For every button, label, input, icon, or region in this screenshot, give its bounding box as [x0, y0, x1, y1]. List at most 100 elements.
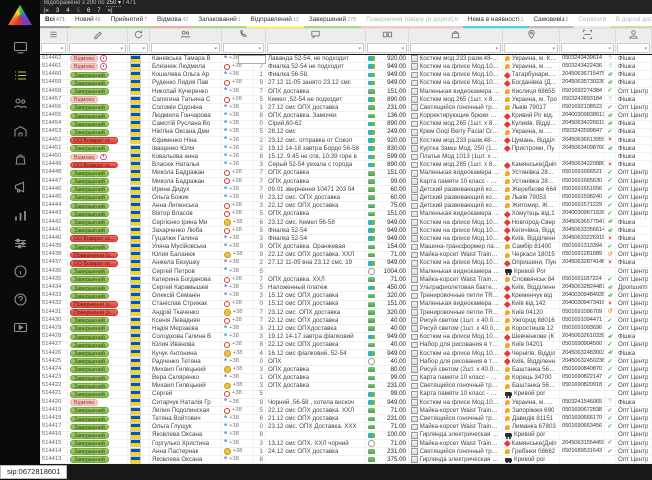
sidebar-item-reports[interactable]: [0, 204, 40, 232]
phone-cell[interactable]: *+38: [222, 398, 254, 406]
column-header-person[interactable]: [616, 29, 652, 42]
phone-cell[interactable]: *+38: [222, 145, 254, 153]
phone-cell[interactable]: *+38: [222, 415, 254, 423]
phone-cell[interactable]: +38: [222, 202, 254, 210]
app-logo-icon[interactable]: [7, 4, 33, 26]
column-header-pin[interactable]: [503, 29, 560, 42]
tab-3[interactable]: Прийнятий7: [106, 14, 152, 28]
tracking-number[interactable]: 0503241546065: [560, 398, 605, 406]
phone-cell[interactable]: +38: [222, 79, 254, 87]
phone-cell[interactable]: *+38: [222, 292, 254, 300]
column-header-phone[interactable]: [222, 29, 266, 42]
tracking-number[interactable]: 20450636613955: [560, 136, 605, 144]
tracking-number[interactable]: 0501692108522: [560, 104, 605, 112]
tracking-number[interactable]: 20450636715475: [560, 71, 605, 79]
tracking-number[interactable]: 0503243422436: [560, 63, 605, 71]
sidebar-item-warehouse[interactable]: [0, 120, 40, 148]
tracking-number[interactable]: 0501689531643: [560, 448, 605, 456]
tracking-number[interactable]: 0501690904500: [560, 341, 605, 349]
tracking-number[interactable]: 0501690822147: [560, 374, 605, 382]
order-row[interactable]: 514413ЗавершенийЯковлева Оксана*+388375.…: [40, 456, 652, 464]
filter-dropdown[interactable]: ▼: [223, 43, 264, 53]
phone-cell[interactable]: +38: [222, 349, 254, 357]
tracking-number[interactable]: 0501691093696: [560, 325, 605, 333]
tracking-number[interactable]: 0501690840870: [560, 366, 605, 374]
tracking-number[interactable]: 20450632824487: [560, 284, 605, 292]
phone-cell[interactable]: *+38: [222, 153, 254, 161]
phone-cell[interactable]: *+38: [222, 325, 254, 333]
column-header-refresh[interactable]: [128, 29, 150, 42]
tab-8[interactable]: Повернення товару (в дорозі)0: [361, 14, 463, 28]
phone-cell[interactable]: +38: [222, 177, 254, 185]
phone-cell[interactable]: +38: [222, 210, 254, 218]
phone-cell[interactable]: *+38: [222, 71, 254, 79]
phone-cell[interactable]: +38: [222, 169, 254, 177]
tracking-number[interactable]: 20450633226918: [560, 235, 605, 243]
phone-cell[interactable]: *+38: [222, 423, 254, 431]
tab-6[interactable]: Відправлений12: [246, 14, 304, 28]
sidebar-item-sliders[interactable]: [0, 232, 40, 260]
filter-dropdown[interactable]: ▼: [41, 43, 66, 53]
tracking-number[interactable]: 0501691094471: [560, 317, 605, 325]
tracking-number[interactable]: 20400309473416: [560, 300, 605, 308]
filter-dropdown[interactable]: ▼: [151, 43, 220, 53]
phone-cell[interactable]: *+38: [222, 186, 254, 194]
sidebar-item-video[interactable]: [0, 316, 40, 344]
tracking-number[interactable]: [560, 390, 605, 398]
phone-cell[interactable]: +38: [222, 300, 254, 308]
tracking-number[interactable]: 0501691187224: [560, 276, 605, 284]
phone-cell[interactable]: *+38: [222, 259, 254, 267]
column-header-people[interactable]: [150, 29, 222, 42]
filter-dropdown[interactable]: ▼: [69, 43, 126, 53]
phone-cell[interactable]: *+38: [222, 104, 254, 112]
tracking-number[interactable]: 20400309671628: [560, 210, 605, 218]
sidebar-item-dashboard[interactable]: [0, 36, 40, 64]
phone-cell[interactable]: *+38: [222, 87, 254, 95]
sidebar-item-marketing[interactable]: [0, 176, 40, 204]
filter-dropdown[interactable]: ▼: [367, 43, 407, 53]
tracking-number[interactable]: 0501691666521: [560, 169, 605, 177]
tracking-number[interactable]: 20450634098760: [560, 145, 605, 153]
sidebar-item-support[interactable]: [0, 288, 40, 316]
tracking-number[interactable]: [560, 456, 605, 464]
filter-dropdown[interactable]: ▼: [504, 43, 558, 53]
phone-cell[interactable]: *+38: [222, 374, 254, 382]
phone-cell[interactable]: +38: [222, 218, 254, 226]
phone-cell[interactable]: +38: [222, 390, 254, 398]
phone-cell[interactable]: *+38: [222, 431, 254, 439]
tracking-number[interactable]: 20450632874148: [560, 259, 605, 267]
phone-cell[interactable]: *+38: [222, 357, 254, 365]
tracking-number[interactable]: 0501691313394: [560, 243, 605, 251]
column-header-bag[interactable]: [409, 29, 503, 42]
tracking-number[interactable]: 0501690672838: [560, 407, 605, 415]
tracking-number[interactable]: 0501690666170: [560, 415, 605, 423]
tracking-number[interactable]: 0501691096709: [560, 308, 605, 316]
phone-cell[interactable]: *+38: [222, 136, 254, 144]
tracking-number[interactable]: 20400309484935: [560, 292, 605, 300]
column-header-chat[interactable]: [266, 29, 366, 42]
filter-dropdown[interactable]: ▼: [129, 43, 148, 53]
tracking-number[interactable]: 0503242599847: [560, 128, 605, 136]
tracking-number[interactable]: 20400309838613: [560, 112, 605, 120]
phone-cell[interactable]: +38: [222, 366, 254, 374]
tracking-number[interactable]: 0501691651656: [560, 186, 605, 194]
tracking-number[interactable]: 0501691598240: [560, 194, 605, 202]
tracking-number[interactable]: 20450634226619: [560, 120, 605, 128]
tracking-number[interactable]: 20450632483003: [560, 349, 605, 357]
tracking-number[interactable]: 20450633356614: [560, 226, 605, 234]
phone-cell[interactable]: *+38: [222, 243, 254, 251]
tracking-number[interactable]: 20450632610339: [560, 333, 605, 341]
phone-cell[interactable]: *+38: [222, 284, 254, 292]
phone-cell[interactable]: +38: [222, 317, 254, 325]
phone-cell[interactable]: +38: [222, 226, 254, 234]
phone-cell[interactable]: +38: [222, 382, 254, 390]
column-header-edit[interactable]: [68, 29, 128, 42]
column-header-scan[interactable]: [560, 29, 616, 42]
tracking-number[interactable]: 0503242893184: [560, 95, 605, 103]
tracking-number[interactable]: 0501691571229: [560, 202, 605, 210]
filter-dropdown[interactable]: ▼: [561, 43, 614, 53]
tracking-number[interactable]: 0501691281689: [560, 251, 605, 259]
sidebar-item-orders[interactable]: [0, 64, 40, 92]
phone-cell[interactable]: *+38: [222, 161, 254, 169]
page-size-select[interactable]: 250 ▾: [106, 0, 121, 7]
